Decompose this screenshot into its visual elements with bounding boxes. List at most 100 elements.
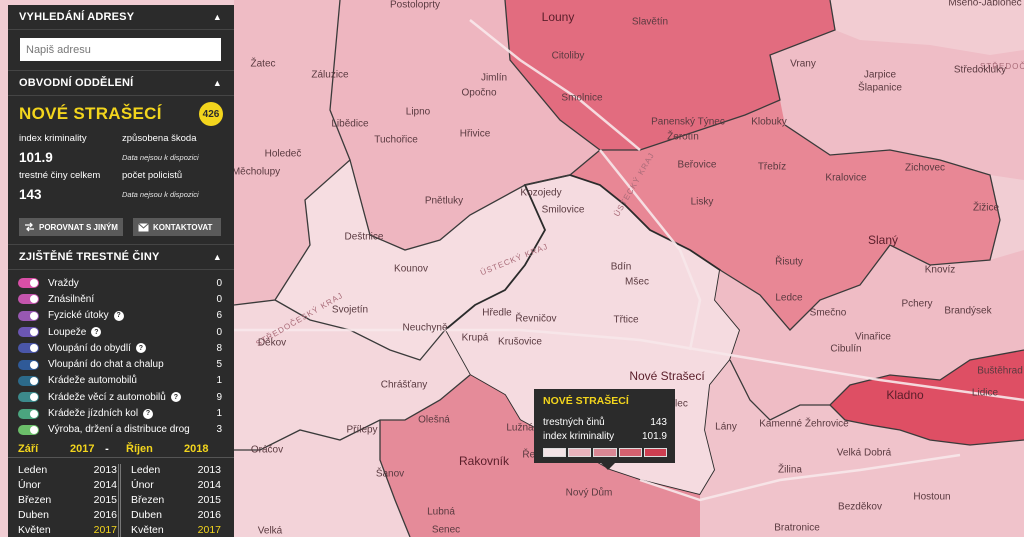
period-option[interactable]: Leden 2013 — [18, 464, 117, 479]
collapse-caret-icon[interactable]: ▲ — [213, 252, 222, 262]
help-icon[interactable]: ? — [91, 327, 102, 338]
period-to-month[interactable]: Říjen — [114, 443, 184, 455]
place-label: Lipno — [405, 106, 431, 118]
period-month: Leden — [131, 464, 161, 476]
crime-label: Krádeže automobilů — [48, 375, 137, 387]
place-label: Kounov — [394, 263, 428, 275]
crime-toggle[interactable] — [18, 359, 39, 370]
place-label: Libědice — [331, 118, 369, 130]
crime-row[interactable]: Loupeže? 0 — [18, 324, 222, 340]
place-label: Lubná — [427, 506, 455, 518]
crime-toggle[interactable] — [18, 375, 39, 386]
legend-swatch — [618, 448, 642, 457]
place-label: Cibulín — [830, 343, 862, 355]
period-to-list[interactable]: Leden 2013 Únor 2014 Březen 2015 Duben 2016 Květ… — [118, 464, 221, 537]
period-option[interactable]: Leden 2013 — [131, 464, 221, 479]
place-label: Nový Dům — [565, 487, 613, 499]
period-to-year[interactable]: 2018 — [184, 443, 214, 455]
help-icon[interactable]: ? — [170, 392, 181, 403]
place-label: Kamenné Žehrovice — [759, 418, 849, 430]
crime-row[interactable]: Krádeže automobilů 1 — [18, 373, 222, 389]
place-label: Citoliby — [551, 50, 585, 62]
place-label: Knovíz — [924, 264, 956, 276]
place-label: Jarpice — [863, 69, 897, 81]
help-icon[interactable]: ? — [143, 408, 154, 419]
place-label: Hředle — [482, 307, 512, 319]
period-option[interactable]: Duben 2016 — [131, 509, 221, 524]
place-label: Krupá — [461, 332, 489, 344]
crime-label: Fyzické útoky — [48, 310, 109, 322]
place-label: Řevničov — [515, 313, 557, 325]
period-month: Květen — [131, 524, 164, 536]
place-label: Svojetín — [331, 304, 369, 316]
place-label: Tuchořice — [374, 134, 418, 146]
place-label: Měcholupy — [231, 166, 281, 178]
period-option[interactable]: Květen 2017 — [131, 524, 221, 537]
crime-count: 8 — [216, 342, 222, 354]
crime-label: Vloupání do chat a chalup — [48, 359, 164, 371]
period-month: Březen — [131, 494, 165, 506]
crime-count: 9 — [216, 391, 222, 403]
help-icon[interactable]: ? — [135, 343, 146, 354]
crime-row[interactable]: Vloupání do chat a chalup 5 — [18, 356, 222, 372]
tooltip-color-scale — [543, 448, 668, 457]
place-label: Deštnice — [344, 231, 384, 243]
crime-label: Loupeže — [48, 326, 87, 338]
crime-row[interactable]: Fyzické útoky? 6 — [18, 308, 222, 324]
contact-button[interactable]: KONTAKTOVAT — [133, 218, 221, 236]
place-label: Žilina — [778, 464, 802, 476]
crime-toggle[interactable] — [18, 310, 39, 321]
place-label: Lány — [715, 421, 737, 433]
department-header[interactable]: OBVODNÍ ODDĚLENÍ ▲ — [8, 71, 234, 96]
crime-row[interactable]: Vloupání do obydlí? 8 — [18, 340, 222, 356]
place-label: Žatec — [250, 58, 276, 70]
compare-button[interactable]: POROVNAT S JINÝM — [19, 218, 123, 236]
place-label: Kladno — [886, 388, 924, 402]
tooltip-index-row: index kriminality 101.9 — [543, 431, 667, 445]
crime-toggle[interactable] — [18, 408, 39, 419]
tooltip-index-label: index kriminality — [543, 431, 615, 442]
crime-row[interactable]: Krádeže věcí z automobilů? 9 — [18, 389, 222, 405]
crime-row[interactable]: Vraždy 0 — [18, 275, 222, 291]
legend-swatch — [568, 448, 592, 457]
crime-toggle[interactable] — [18, 424, 39, 435]
period-option[interactable]: Duben 2016 — [18, 509, 117, 524]
collapse-caret-icon[interactable]: ▲ — [213, 12, 222, 22]
address-search-header[interactable]: VYHLEDÁNÍ ADRESY ▲ — [8, 5, 234, 30]
department-stats: index kriminality způsobena škoda 101.9 … — [8, 126, 234, 207]
crime-label: Krádeže jízdních kol — [48, 408, 139, 420]
collapse-caret-icon[interactable]: ▲ — [213, 78, 222, 88]
place-label: Hřivice — [459, 128, 491, 140]
crime-toggle[interactable] — [18, 392, 39, 403]
period-option[interactable]: Březen 2015 — [131, 494, 221, 509]
period-from-month[interactable]: Září — [18, 443, 70, 455]
period-option[interactable]: Únor 2014 — [18, 479, 117, 494]
place-label: Postoloprty — [389, 0, 441, 11]
crimes-header[interactable]: ZJIŠTĚNÉ TRESTNÉ ČINY ▲ — [8, 245, 234, 270]
period-year: 2017 — [197, 524, 221, 536]
place-label: Šanov — [375, 468, 405, 480]
place-label: Mšec — [625, 276, 649, 288]
crime-row[interactable]: Krádeže jízdních kol? 1 — [18, 405, 222, 421]
address-search-input[interactable] — [20, 38, 221, 61]
crime-count: 3 — [216, 424, 222, 436]
tooltip-crimes-value: 143 — [650, 417, 667, 428]
crime-toggle[interactable] — [18, 294, 39, 305]
total-crimes-label: trestné činy celkem — [19, 170, 101, 181]
crime-toggle[interactable] — [18, 327, 39, 338]
crime-row[interactable]: Znásilnění 0 — [18, 291, 222, 307]
period-option[interactable]: Květen 2017 — [18, 524, 117, 537]
period-option[interactable]: Březen 2015 — [18, 494, 117, 509]
compare-button-label: POROVNAT S JINÝM — [39, 222, 118, 232]
help-icon[interactable]: ? — [113, 310, 124, 321]
crime-count: 0 — [216, 293, 222, 305]
period-month: Leden — [18, 464, 48, 476]
period-option[interactable]: Únor 2014 — [131, 479, 221, 494]
crime-toggle[interactable] — [18, 343, 39, 354]
place-label: Louny — [541, 10, 575, 24]
period-from-list[interactable]: Leden 2013 Únor 2014 Březen 2015 Duben 2016 Květ… — [18, 464, 117, 537]
period-from-year[interactable]: 2017 — [70, 443, 100, 455]
place-label: Slaný — [867, 233, 899, 247]
crime-toggle[interactable] — [18, 278, 39, 289]
crime-name: Krádeže jízdních kol? — [48, 408, 202, 419]
